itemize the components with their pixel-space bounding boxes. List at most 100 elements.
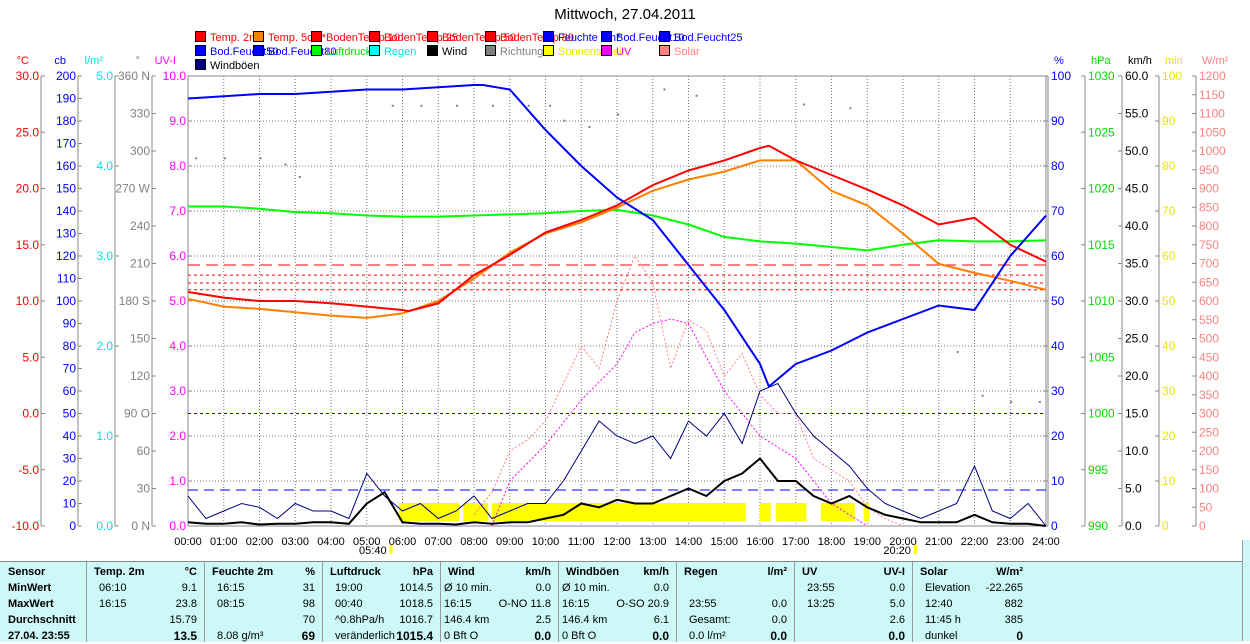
- axis-tick-label: 0: [69, 519, 76, 533]
- cell-label: 23:55: [689, 597, 717, 612]
- cell-value: 1015.4: [396, 629, 433, 644]
- row-labels: SensorMinWertMaxWertDurchschnitt27.04. 2…: [0, 562, 87, 642]
- legend-swatch-icon: [311, 45, 322, 56]
- axis-tick-label: 150: [130, 332, 150, 346]
- scrollbar[interactable]: [1242, 540, 1250, 641]
- axis-tick-label: 40.0: [1125, 219, 1149, 233]
- column-unit: km/h: [525, 565, 551, 580]
- cell-value: O-NO 11.8: [499, 597, 551, 612]
- axis-tick-label: 30: [63, 452, 77, 466]
- axis-tick-label: 60.0: [1125, 69, 1149, 83]
- legend-item[interactable]: Solar: [659, 45, 700, 58]
- x-tick-label: 03:00: [281, 536, 309, 548]
- x-tick-label: 17:00: [782, 536, 810, 548]
- axis-tick-label: 5.0: [1125, 482, 1142, 496]
- axis-tick-label: 70: [1051, 204, 1065, 218]
- axis-tick-label: 300: [1199, 407, 1219, 421]
- direction-point: [957, 351, 959, 353]
- axis-tick-label: 60: [1051, 249, 1065, 263]
- x-tick-label: 15:00: [710, 536, 738, 548]
- cell-value: 70: [303, 613, 315, 628]
- cell-label: ^0.8hPa/h: [335, 613, 384, 628]
- axis-tick-label: 200: [56, 69, 76, 83]
- axis-tick-label: 40: [63, 429, 77, 443]
- legend-label: Temp. 2m: [210, 32, 258, 44]
- table-column-wind: Windkm/hØ 10 min.0.016:15O-NO 11.8146.4 …: [441, 562, 559, 642]
- legend-label: Regen: [384, 46, 416, 58]
- x-tick-label: 14:00: [675, 536, 703, 548]
- sunset-marker: [914, 545, 917, 554]
- x-tick-label: 18:00: [818, 536, 846, 548]
- axis-tick-label: 0.0: [22, 407, 39, 421]
- cell-label: 146.4 km: [562, 613, 607, 628]
- axis-tick-label: 5.0: [22, 350, 39, 364]
- axis-tick-label: 100: [1051, 69, 1071, 83]
- direction-point: [982, 395, 984, 397]
- axis-tick-label: 40: [1162, 339, 1176, 353]
- axis-tick-label: 4.0: [96, 159, 113, 173]
- axis-tick-label: 950: [1199, 163, 1219, 177]
- direction-point: [195, 157, 197, 159]
- axis-tick-label: 30.0: [16, 69, 40, 83]
- direction-point: [588, 126, 590, 128]
- axis-tick-label: 20.0: [16, 182, 40, 196]
- cell-value: 98: [303, 597, 315, 612]
- axis-tick-label: 3.0: [96, 249, 113, 263]
- column-title: Regen: [684, 565, 718, 580]
- axis-tick-label: 50: [1051, 294, 1065, 308]
- axis-tick-label: 100: [1162, 69, 1182, 83]
- cell-value: 31: [303, 581, 315, 596]
- axis-tick-label: 130: [56, 227, 76, 241]
- axis-tick-label: 150: [56, 182, 76, 196]
- legend-item[interactable]: UV: [601, 45, 631, 58]
- column-title: Luftdruck: [330, 565, 381, 580]
- axis-unit-label: min: [1165, 55, 1183, 67]
- legend-swatch-icon: [427, 45, 438, 56]
- axis-tick-label: 650: [1199, 275, 1219, 289]
- axis-tick-label: 750: [1199, 238, 1219, 252]
- axis-tick-label: 240: [130, 219, 150, 233]
- legend-item[interactable]: Windböen: [195, 59, 260, 72]
- table-column-feuchte-2m: Feuchte 2m%16:153108:1598708.08 g/m³69: [205, 562, 323, 642]
- cell-label: 0.0 l/m²: [689, 629, 726, 644]
- column-unit: °C: [185, 565, 197, 580]
- axis-tick-label: 120: [130, 369, 150, 383]
- cell-label: 0 Bft O: [444, 629, 478, 644]
- axis-tick-label: 0.0: [169, 519, 186, 533]
- legend-item[interactable]: Bod.Feucht25: [659, 31, 743, 44]
- axis-tick-label: 50: [63, 407, 77, 421]
- axis-tick-label: 450: [1199, 350, 1219, 364]
- axis-tick-label: 700: [1199, 257, 1219, 271]
- axis-tick-label: 1.0: [169, 474, 186, 488]
- axis-tick-label: 90: [1051, 114, 1065, 128]
- column-unit: km/h: [643, 565, 669, 580]
- legend-swatch-icon: [253, 31, 264, 42]
- legend-item[interactable]: Luftdruck: [311, 45, 371, 58]
- axis-tick-label: 4.0: [169, 339, 186, 353]
- legend-swatch-icon: [659, 31, 670, 42]
- cell-value: 23.8: [176, 597, 197, 612]
- axis-tick-label: 15.0: [16, 238, 40, 252]
- legend-item[interactable]: Temp. 2m: [195, 31, 258, 44]
- legend-item[interactable]: Regen: [369, 45, 416, 58]
- column-title: Wind: [448, 565, 475, 580]
- axis-tick-label: 1200: [1199, 69, 1226, 83]
- axis-tick-label: 40: [1051, 339, 1065, 353]
- direction-point: [1010, 401, 1012, 403]
- legend-item[interactable]: Richtung: [485, 45, 543, 58]
- sunshine-bar: [492, 503, 746, 521]
- legend-item[interactable]: Wind: [427, 45, 467, 58]
- x-tick-label: 16:00: [746, 536, 774, 548]
- axis-tick-label: 2.0: [96, 339, 113, 353]
- cell-label: 06:10: [99, 581, 127, 596]
- axis-tick-label: 1050: [1199, 125, 1226, 139]
- axis-tick-label: 60: [63, 384, 77, 398]
- axis-tick-label: 90: [1162, 114, 1176, 128]
- cell-label: 16:15: [562, 597, 590, 612]
- legend-label: Bod.Feucht25: [674, 32, 743, 44]
- axis-tick-label: 20: [1162, 429, 1176, 443]
- cell-label: veränderlich: [335, 629, 395, 644]
- axis-tick-label: 0.0: [96, 519, 113, 533]
- sunshine-bar: [776, 503, 806, 521]
- axis-tick-label: 995: [1088, 463, 1108, 477]
